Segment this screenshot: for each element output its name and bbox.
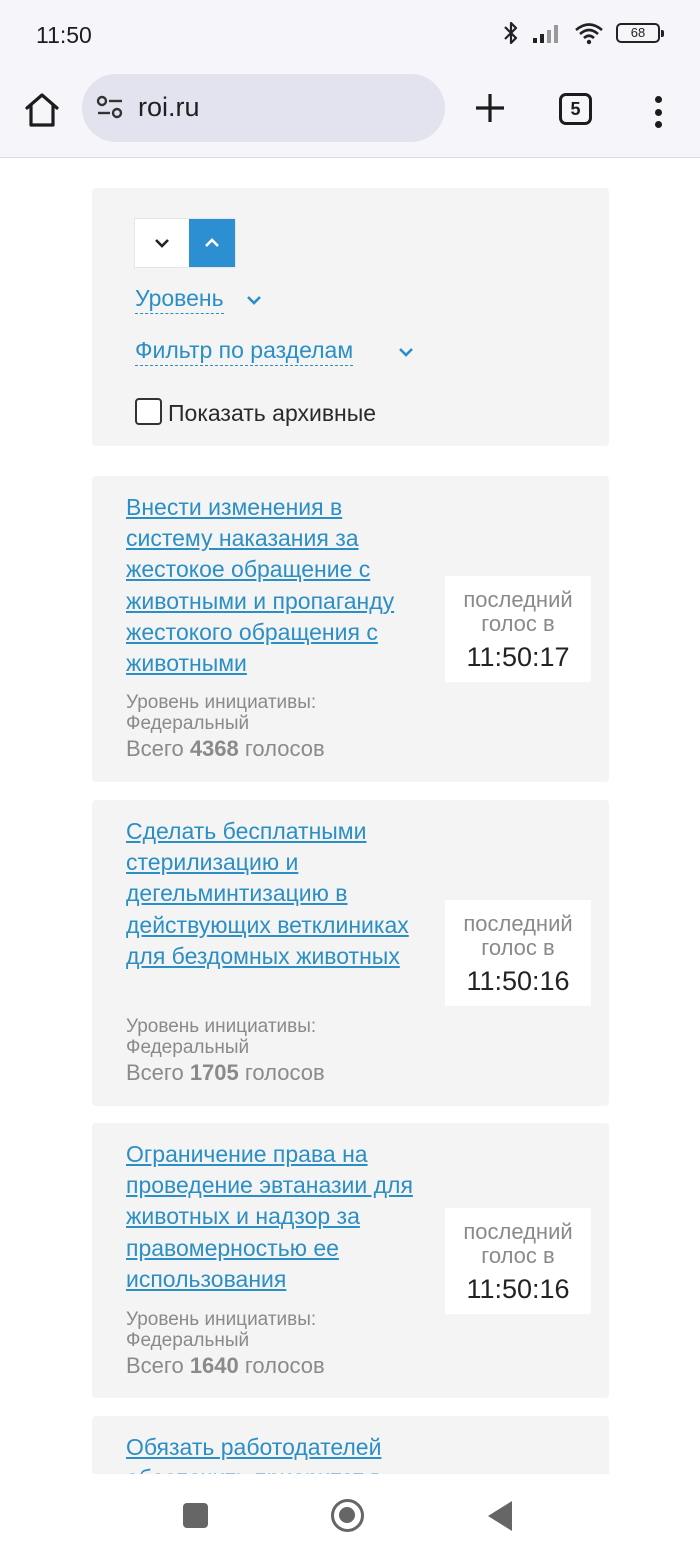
initiative-level-value: Федеральный: [126, 1037, 250, 1058]
initiative-card: Внести изменения в систему наказания за …: [92, 476, 609, 782]
vote-count: 1705: [189, 1060, 239, 1085]
menu-dot-icon: [654, 108, 662, 116]
back-button[interactable]: [488, 1501, 512, 1531]
initiative-total: Всего 1705 голосов: [126, 1060, 325, 1086]
initiative-title-link[interactable]: Обязать работодателей обеспечить приорит…: [126, 1432, 418, 1474]
total-suffix: голосов: [244, 1060, 325, 1085]
initiative-total: Всего 1640 голосов: [126, 1353, 325, 1379]
total-suffix: голосов: [244, 736, 325, 761]
home-nav-button[interactable]: [331, 1499, 364, 1532]
last-vote-time: 11:50:16: [466, 966, 570, 996]
tab-switcher-button[interactable]: 5: [559, 93, 592, 125]
new-tab-button[interactable]: [470, 86, 510, 130]
recent-apps-button[interactable]: [183, 1503, 208, 1528]
initiative-total: Всего 4368 голосов: [126, 736, 325, 762]
url-text: roi.ru: [138, 92, 200, 122]
signal-icon: [533, 25, 558, 43]
section-filter-dropdown[interactable]: Фильтр по разделам: [135, 335, 354, 366]
filter-panel: Уровень Фильтр по разделам Показать архи…: [92, 188, 609, 446]
chevron-up-icon: [205, 238, 219, 247]
total-prefix: Всего: [126, 1353, 184, 1378]
page-content: Уровень Фильтр по разделам Показать архи…: [0, 158, 700, 1474]
initiative-title-link[interactable]: Внести изменения в систему наказания за …: [126, 492, 418, 679]
chevron-down-icon[interactable]: [246, 295, 262, 305]
last-vote-time: 11:50:17: [466, 642, 570, 672]
address-bar[interactable]: roi.ru: [82, 74, 445, 142]
show-archived-label: Показать архивные: [168, 400, 377, 426]
status-bar: 11:50 68: [0, 0, 700, 66]
menu-dot-icon: [654, 96, 662, 103]
initiative-level-caption: Уровень инициативы:: [126, 1016, 317, 1037]
show-archived-row[interactable]: Показать архивные: [135, 396, 376, 427]
system-navigation-bar: [0, 1474, 700, 1556]
initiative-title-link[interactable]: Сделать бесплатными стерилизацию и дегел…: [126, 816, 418, 972]
last-vote-caption: последний голос в: [463, 587, 573, 636]
initiative-title-link[interactable]: Ограничение права на проведение эвтанази…: [126, 1139, 418, 1295]
last-vote-time: 11:50:16: [466, 1274, 570, 1304]
home-button[interactable]: [20, 88, 64, 132]
total-prefix: Всего: [126, 1060, 184, 1085]
status-icons: 68: [502, 20, 664, 46]
last-vote-caption: последний голос в: [463, 911, 573, 960]
initiative-level-value: Федеральный: [126, 1330, 250, 1351]
last-vote-box: последний голос в 11:50:17: [445, 576, 591, 682]
plus-icon: [476, 94, 504, 122]
initiative-card: Ограничение права на проведение эвтанази…: [92, 1123, 609, 1398]
initiative-level: Уровень инициативы: Федеральный: [126, 1309, 316, 1351]
initiative-card: Сделать бесплатными стерилизацию и дегел…: [92, 800, 609, 1106]
bluetooth-icon: [504, 21, 518, 45]
battery-indicator: 68: [616, 23, 664, 43]
vote-count: 1640: [189, 1353, 239, 1378]
initiative-level-caption: Уровень инициативы:: [126, 1309, 317, 1330]
initiative-level: Уровень инициативы: Федеральный: [126, 1016, 316, 1058]
vote-count: 4368: [189, 736, 239, 761]
wifi-icon: [575, 23, 603, 45]
sort-ascending-button[interactable]: [189, 219, 235, 267]
chevron-down-icon: [155, 239, 169, 248]
home-icon: [25, 93, 59, 127]
sort-toggle: [134, 218, 236, 268]
level-filter-dropdown[interactable]: Уровень: [135, 283, 224, 314]
last-vote-box: последний голос в 11:50:16: [445, 900, 591, 1006]
total-prefix: Всего: [126, 736, 184, 761]
initiative-level-value: Федеральный: [126, 713, 250, 734]
initiative-level-caption: Уровень инициативы:: [126, 692, 317, 713]
initiative-level: Уровень инициативы: Федеральный: [126, 692, 316, 734]
browser-toolbar: roi.ru 5: [0, 66, 700, 158]
more-menu-button[interactable]: [646, 92, 670, 132]
status-time: 11:50: [36, 22, 92, 48]
initiative-card: Обязать работодателей обеспечить приорит…: [92, 1416, 609, 1474]
sort-descending-button[interactable]: [135, 219, 189, 267]
total-suffix: голосов: [244, 1353, 325, 1378]
chevron-down-icon[interactable]: [398, 347, 414, 357]
show-archived-checkbox[interactable]: [135, 398, 162, 425]
site-settings-icon[interactable]: [96, 95, 124, 119]
last-vote-box: последний голос в 11:50:16: [445, 1208, 591, 1314]
last-vote-caption: последний голос в: [463, 1219, 573, 1268]
menu-dot-icon: [654, 121, 662, 128]
